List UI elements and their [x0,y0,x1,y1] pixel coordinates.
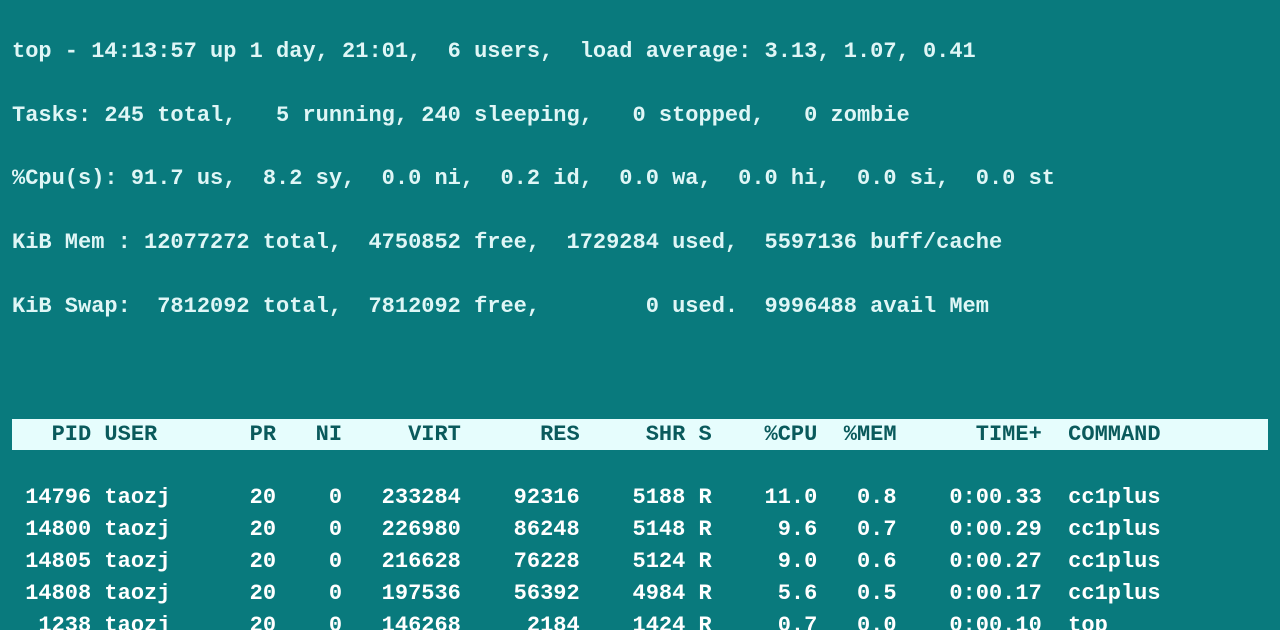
process-row: 14805 taozj 20 0 216628 76228 5124 R 9.0… [12,546,1268,578]
process-row: 14800 taozj 20 0 226980 86248 5148 R 9.6… [12,514,1268,546]
summary-line-4: KiB Mem : 12077272 total, 4750852 free, … [12,227,1268,259]
process-row: 1238 taozj 20 0 146268 2184 1424 R 0.7 0… [12,610,1268,630]
process-table-body: 14796 taozj 20 0 233284 92316 5188 R 11.… [12,482,1268,630]
summary-line-3: %Cpu(s): 91.7 us, 8.2 sy, 0.0 ni, 0.2 id… [12,163,1268,195]
terminal-screen: top - 14:13:57 up 1 day, 21:01, 6 users,… [0,0,1280,630]
blank-line [12,355,1268,387]
process-table-header: PID USER PR NI VIRT RES SHR S %CPU %MEM … [12,419,1268,451]
process-row: 14808 taozj 20 0 197536 56392 4984 R 5.6… [12,578,1268,610]
summary-line-5: KiB Swap: 7812092 total, 7812092 free, 0… [12,291,1268,323]
summary-line-2: Tasks: 245 total, 5 running, 240 sleepin… [12,100,1268,132]
summary-line-1: top - 14:13:57 up 1 day, 21:01, 6 users,… [12,36,1268,68]
process-row: 14796 taozj 20 0 233284 92316 5188 R 11.… [12,482,1268,514]
